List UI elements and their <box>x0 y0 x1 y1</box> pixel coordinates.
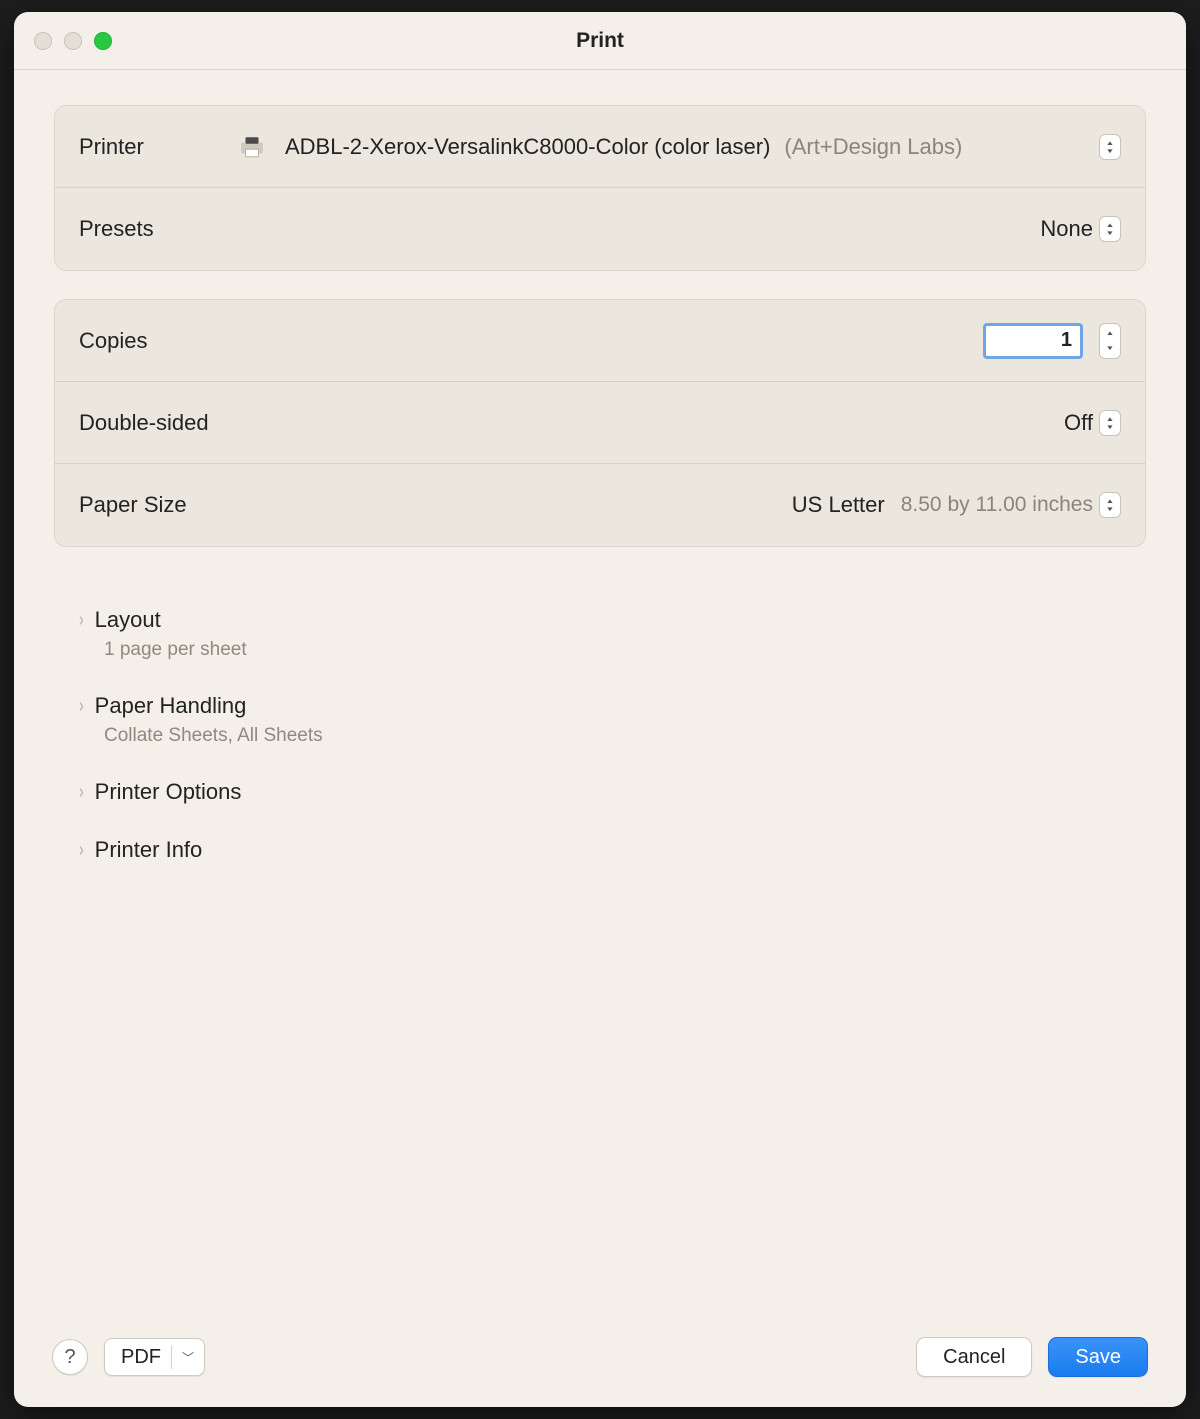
help-button[interactable]: ? <box>52 1339 88 1375</box>
separator <box>171 1345 172 1369</box>
presets-label: Presets <box>79 216 239 242</box>
layout-disclosure[interactable]: › Layout 1 page per sheet <box>64 591 1136 677</box>
printer-icon <box>239 136 265 158</box>
copies-row: Copies <box>55 300 1145 382</box>
paper-size-popup-arrows-icon[interactable] <box>1099 492 1121 518</box>
content-area: Printer ADBL-2-Xerox-VersalinkC8000-Colo… <box>14 70 1186 1317</box>
save-button[interactable]: Save <box>1048 1337 1148 1377</box>
chevron-right-icon: › <box>79 781 84 804</box>
paper-size-label: Paper Size <box>79 492 187 518</box>
presets-value-wrap: None <box>239 216 1093 242</box>
copies-label: Copies <box>79 328 239 354</box>
double-sided-value-wrap: Off <box>209 410 1093 436</box>
paper-size-row[interactable]: Paper Size US Letter 8.50 by 11.00 inche… <box>55 464 1145 546</box>
paper-handling-subtitle: Collate Sheets, All Sheets <box>104 725 1122 747</box>
printer-popup-arrows-icon[interactable] <box>1099 134 1121 160</box>
printer-info-title: Printer Info <box>95 837 203 863</box>
window-zoom-button[interactable] <box>94 32 112 50</box>
copies-value-wrap <box>239 323 1121 359</box>
pdf-menu-button[interactable]: PDF ﹀ <box>104 1338 205 1376</box>
paper-size-detail: 8.50 by 11.00 inches <box>901 493 1093 517</box>
footer: ? PDF ﹀ Cancel Save <box>14 1317 1186 1407</box>
paper-handling-title: Paper Handling <box>95 693 247 719</box>
double-sided-label: Double-sided <box>79 410 209 436</box>
printer-name: ADBL-2-Xerox-VersalinkC8000-Color (color… <box>285 134 770 160</box>
printer-info-disclosure[interactable]: › Printer Info <box>64 821 1136 879</box>
window-close-button[interactable] <box>34 32 52 50</box>
help-icon: ? <box>64 1346 75 1369</box>
layout-subtitle: 1 page per sheet <box>104 639 1122 661</box>
printer-label: Printer <box>79 134 239 160</box>
presets-popup-arrows-icon[interactable] <box>1099 216 1121 242</box>
print-dialog: Print Printer ADBL-2-Xerox-VersalinkC800… <box>14 12 1186 1407</box>
disclosures: › Layout 1 page per sheet › Paper Handli… <box>54 575 1146 895</box>
copies-input[interactable] <box>983 323 1083 359</box>
printer-options-disclosure[interactable]: › Printer Options <box>64 763 1136 821</box>
chevron-right-icon: › <box>79 839 84 862</box>
layout-title: Layout <box>95 607 161 633</box>
printer-location: (Art+Design Labs) <box>784 134 962 160</box>
cancel-button[interactable]: Cancel <box>916 1337 1032 1377</box>
traffic-lights <box>34 32 112 50</box>
printer-value: ADBL-2-Xerox-VersalinkC8000-Color (color… <box>239 134 1093 160</box>
chevron-right-icon: › <box>79 695 84 718</box>
presets-row[interactable]: Presets None <box>55 188 1145 270</box>
chevron-right-icon: › <box>79 609 84 632</box>
presets-value: None <box>1040 216 1093 242</box>
paper-size-value-wrap: US Letter 8.50 by 11.00 inches <box>187 492 1093 518</box>
double-sided-value: Off <box>1064 410 1093 436</box>
window-title: Print <box>576 29 624 53</box>
double-sided-row[interactable]: Double-sided Off <box>55 382 1145 464</box>
paper-size-value: US Letter <box>792 492 885 518</box>
chevron-down-icon: ﹀ <box>182 1349 194 1366</box>
printer-row[interactable]: Printer ADBL-2-Xerox-VersalinkC8000-Colo… <box>55 106 1145 188</box>
window-minimize-button[interactable] <box>64 32 82 50</box>
copies-stepper[interactable] <box>1099 323 1121 359</box>
printer-options-title: Printer Options <box>95 779 242 805</box>
double-sided-popup-arrows-icon[interactable] <box>1099 410 1121 436</box>
pdf-label: PDF <box>121 1346 161 1369</box>
printer-presets-panel: Printer ADBL-2-Xerox-VersalinkC8000-Colo… <box>54 105 1146 271</box>
paper-handling-disclosure[interactable]: › Paper Handling Collate Sheets, All She… <box>64 677 1136 763</box>
settings-panel: Copies Double-sided Off Paper Size US Le… <box>54 299 1146 547</box>
title-bar: Print <box>14 12 1186 70</box>
